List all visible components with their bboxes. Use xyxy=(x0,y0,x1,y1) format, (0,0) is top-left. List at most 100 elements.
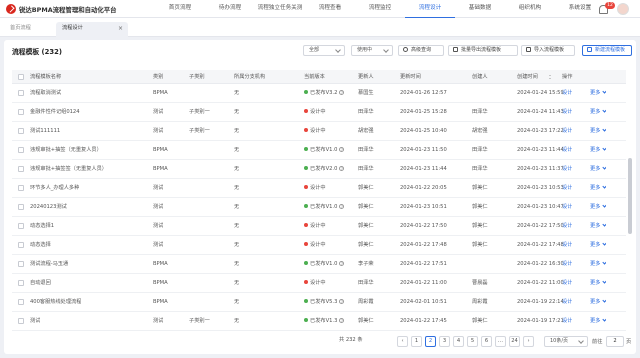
design-link[interactable]: 设计 xyxy=(562,255,572,274)
nav-item-6[interactable]: 基础数据 xyxy=(455,0,505,18)
design-link[interactable]: 设计 xyxy=(562,160,572,179)
more-dropdown[interactable]: 更多 xyxy=(590,103,607,122)
cell-branch: 无 xyxy=(234,299,240,305)
close-icon[interactable]: × xyxy=(118,22,123,35)
row-checkbox[interactable] xyxy=(18,109,24,115)
page-size-select[interactable]: 10条/页 xyxy=(544,336,588,347)
cell-creator: 郭美仁 xyxy=(472,242,488,248)
nav-item-1[interactable]: 待办流程 xyxy=(205,0,255,18)
avatar[interactable] xyxy=(617,3,629,15)
row-checkbox[interactable] xyxy=(18,318,24,324)
status-filter-select[interactable]: 使用中 xyxy=(351,45,393,56)
row-checkbox[interactable] xyxy=(18,128,24,134)
more-dropdown[interactable]: 更多 xyxy=(590,236,607,255)
sort-icon[interactable] xyxy=(549,74,552,80)
help-icon[interactable]: ? xyxy=(339,147,345,152)
prev-page-button[interactable]: ‹ xyxy=(397,336,408,347)
jump-page-input[interactable]: 2 xyxy=(606,336,624,347)
table-row[interactable]: 400客服热线处理流程 BPMA 无 周彩霞 2024-02-01 10:51 周彩霞 20… xyxy=(12,293,626,312)
row-checkbox[interactable] xyxy=(18,147,24,153)
help-icon[interactable]: ? xyxy=(339,299,345,304)
design-link[interactable]: 设计 xyxy=(562,198,572,217)
design-link[interactable]: 设计 xyxy=(562,179,572,198)
design-link[interactable]: 设计 xyxy=(562,312,572,331)
row-checkbox[interactable] xyxy=(18,90,24,96)
table-row[interactable]: 测试 测试 子类别一 无 郭美仁 2024-01-22 17:45 郭美仁 2024-01-1… xyxy=(12,312,626,331)
page-button[interactable]: 4 xyxy=(453,336,464,347)
row-checkbox[interactable] xyxy=(18,185,24,191)
row-checkbox[interactable] xyxy=(18,261,24,267)
table-row[interactable]: 流程取消测试 BPMA 无 慕国生 2024-01-26 12:57 2024-01-24… xyxy=(12,84,626,103)
help-icon[interactable]: ? xyxy=(339,204,345,209)
table-row[interactable]: 金融件性件记组0124 测试 子类别一 无 田泽华 2024-01-25 15:28 田泽华… xyxy=(12,103,626,122)
nav-item-4[interactable]: 流程监控 xyxy=(355,0,405,18)
more-dropdown[interactable]: 更多 xyxy=(590,255,607,274)
category-filter-select[interactable]: 全部 xyxy=(303,45,345,56)
design-link[interactable]: 设计 xyxy=(562,236,572,255)
nav-item-7[interactable]: 组织机构 xyxy=(505,0,555,18)
table-row[interactable]: 动态选择 测试 无 郭美仁 2024-01-22 17:48 郭美仁 2024-01-22 … xyxy=(12,236,626,255)
more-dropdown[interactable]: 更多 xyxy=(590,160,607,179)
row-checkbox[interactable] xyxy=(18,223,24,229)
table-row[interactable]: 违规审批+抽签签（无重复人员） BPMA 无 田泽华 2024-01-23 11:44 田… xyxy=(12,160,626,179)
status-text: 设计中 xyxy=(310,223,326,229)
tab-home-process[interactable]: 首页流程 xyxy=(4,22,54,37)
more-dropdown[interactable]: 更多 xyxy=(590,122,607,141)
page-button[interactable]: 24 xyxy=(509,336,520,347)
new-template-button[interactable]: 新建流程模板 xyxy=(582,45,632,56)
help-icon[interactable]: ? xyxy=(339,166,345,171)
status-dot-icon xyxy=(304,223,308,227)
design-link[interactable]: 设计 xyxy=(562,217,572,236)
row-checkbox[interactable] xyxy=(18,242,24,248)
more-dropdown[interactable]: 更多 xyxy=(590,312,607,331)
design-link[interactable]: 设计 xyxy=(562,84,572,103)
scrollbar[interactable] xyxy=(628,158,632,234)
row-checkbox[interactable] xyxy=(18,166,24,172)
design-link[interactable]: 设计 xyxy=(562,274,572,293)
design-link[interactable]: 设计 xyxy=(562,122,572,141)
nav-item-0[interactable]: 首页流程 xyxy=(155,0,205,18)
page-button[interactable]: 6 xyxy=(481,336,492,347)
next-page-button[interactable]: › xyxy=(523,336,534,347)
table-row[interactable]: 测试111111 测试 子类别一 无 胡宏强 2024-01-25 10:40 胡宏强 202… xyxy=(12,122,626,141)
table-row[interactable]: 违规审批+抽签（无重复人员） BPMA 无 田泽华 2024-01-23 11:50 田泽… xyxy=(12,141,626,160)
help-icon[interactable]: ? xyxy=(339,318,345,323)
more-dropdown[interactable]: 更多 xyxy=(590,141,607,160)
page-button[interactable]: … xyxy=(495,336,506,347)
cell-name: 动态选择1 xyxy=(30,223,55,229)
more-dropdown[interactable]: 更多 xyxy=(590,84,607,103)
more-dropdown[interactable]: 更多 xyxy=(590,198,607,217)
col-version-header: 当前版本 xyxy=(304,74,325,80)
cell-updated: 2024-01-22 17:48 xyxy=(400,242,447,248)
page-button[interactable]: 1 xyxy=(411,336,422,347)
row-checkbox[interactable] xyxy=(18,204,24,210)
more-dropdown[interactable]: 更多 xyxy=(590,293,607,312)
tab-process-design[interactable]: 流程设计 × xyxy=(56,22,128,37)
row-checkbox[interactable] xyxy=(18,280,24,286)
more-dropdown[interactable]: 更多 xyxy=(590,179,607,198)
design-link[interactable]: 设计 xyxy=(562,103,572,122)
help-icon[interactable]: ? xyxy=(339,90,345,95)
table-row[interactable]: 测试流程-马玉通 BPMA 无 李子荣 2024-01-22 17:51 2024-01-… xyxy=(12,255,626,274)
nav-item-2[interactable]: 流程独立任务关测试 xyxy=(255,0,305,28)
table-row[interactable]: 环节多人_办理人多种 测试 无 郭美仁 2024-01-22 20:05 郭美仁 2024-… xyxy=(12,179,626,198)
table-row[interactable]: 自动退回 BPMA 无 田泽华 2024-01-22 11:00 曹晨磊 2024-01-2… xyxy=(12,274,626,293)
import-button[interactable]: 导入流程模板 xyxy=(521,45,575,56)
table-row[interactable]: 动态选择1 测试 无 郭美仁 2024-01-22 17:50 郭美仁 2024-01-22… xyxy=(12,217,626,236)
cell-name: 环节多人_办理人多种 xyxy=(30,185,80,191)
more-dropdown[interactable]: 更多 xyxy=(590,274,607,293)
page-button[interactable]: 5 xyxy=(467,336,478,347)
advanced-search-button[interactable]: 高级查询 xyxy=(398,45,444,56)
page-button[interactable]: 2 xyxy=(425,336,436,347)
design-link[interactable]: 设计 xyxy=(562,293,572,312)
row-checkbox[interactable] xyxy=(18,299,24,305)
batch-export-button[interactable]: 批量导出流程模板 xyxy=(448,45,518,56)
more-dropdown[interactable]: 更多 xyxy=(590,217,607,236)
select-all-checkbox[interactable] xyxy=(18,74,24,80)
nav-item-3[interactable]: 流程查看 xyxy=(305,0,355,18)
page-button[interactable]: 3 xyxy=(439,336,450,347)
nav-item-5[interactable]: 流程设计 xyxy=(405,0,455,18)
table-row[interactable]: 20240123测试 测试 无 郭美仁 2024-01-23 10:51 郭美仁 2024-… xyxy=(12,198,626,217)
help-icon[interactable]: ? xyxy=(339,261,345,266)
design-link[interactable]: 设计 xyxy=(562,141,572,160)
